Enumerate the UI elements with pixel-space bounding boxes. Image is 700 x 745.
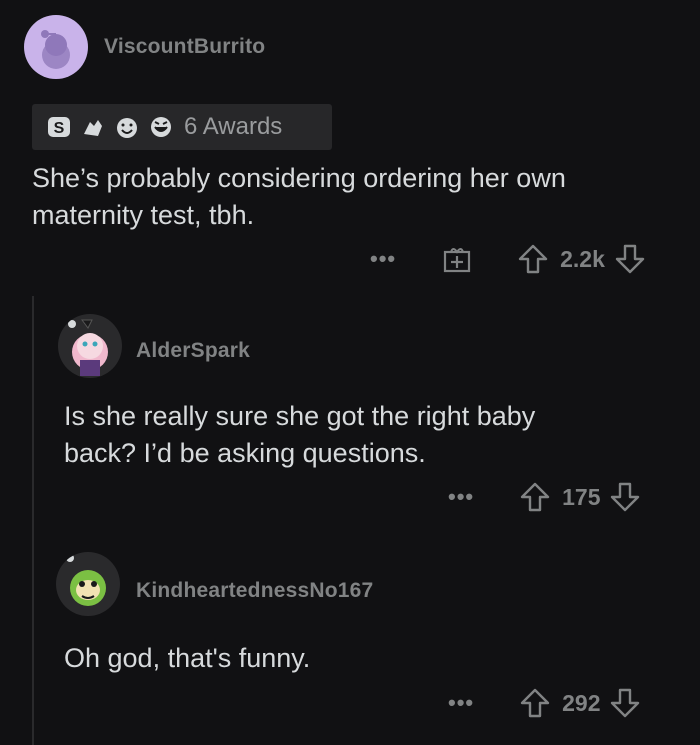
comment-author[interactable]: AlderSpark (136, 339, 250, 363)
vote-score: 2.2k (560, 245, 605, 272)
comment-body: She’s probably considering ordering her … (32, 160, 672, 234)
comment-line: Is she really sure she got the right bab… (64, 401, 536, 431)
comment-line: maternity test, tbh. (32, 200, 255, 230)
silver-award-icon: S (48, 117, 70, 137)
give-award-icon[interactable] (440, 242, 474, 276)
comment-author[interactable]: ViscountBurrito (104, 35, 265, 59)
comment-actions: ••• 292 (448, 686, 642, 720)
comment-line: back? I’d be asking questions. (64, 438, 426, 468)
downvote-arrow-icon[interactable] (613, 242, 647, 276)
downvote-arrow-icon[interactable] (608, 480, 642, 514)
svg-text:S: S (54, 120, 65, 137)
upvote-arrow-icon[interactable] (516, 242, 550, 276)
awards-bar[interactable]: S 6 Awards (32, 104, 332, 150)
comment-actions: ••• 2.2k (370, 242, 647, 276)
snoo-avatar-icon (66, 554, 106, 606)
snoo-avatar-icon (41, 30, 70, 69)
avatar[interactable] (24, 15, 88, 79)
vote-score: 175 (562, 483, 601, 510)
comment-body: Oh god, that's funny. (64, 640, 674, 677)
comment-author[interactable]: KindheartednessNo167 (136, 579, 373, 603)
avatar[interactable] (56, 552, 120, 616)
more-options-icon[interactable]: ••• (370, 246, 396, 272)
comment-line: She’s probably considering ordering her … (32, 163, 566, 193)
downvote-arrow-icon[interactable] (608, 686, 642, 720)
wholesome-hands-award-icon (84, 120, 102, 136)
upvote-arrow-icon[interactable] (518, 480, 552, 514)
comment-actions: ••• 175 (448, 480, 642, 514)
more-options-icon[interactable]: ••• (448, 484, 474, 510)
snoo-avatar-icon (68, 319, 108, 376)
crying-laughing-award-icon (151, 117, 171, 137)
laughing-face-award-icon (117, 118, 137, 138)
thread-line[interactable] (32, 296, 34, 745)
more-options-icon[interactable]: ••• (448, 690, 474, 716)
vote-score: 292 (562, 689, 601, 716)
awards-count: 6 Awards (184, 113, 283, 140)
comment-line: Oh god, that's funny. (64, 643, 311, 673)
comment-body: Is she really sure she got the right bab… (64, 398, 674, 472)
avatar[interactable] (58, 314, 122, 378)
upvote-arrow-icon[interactable] (518, 686, 552, 720)
